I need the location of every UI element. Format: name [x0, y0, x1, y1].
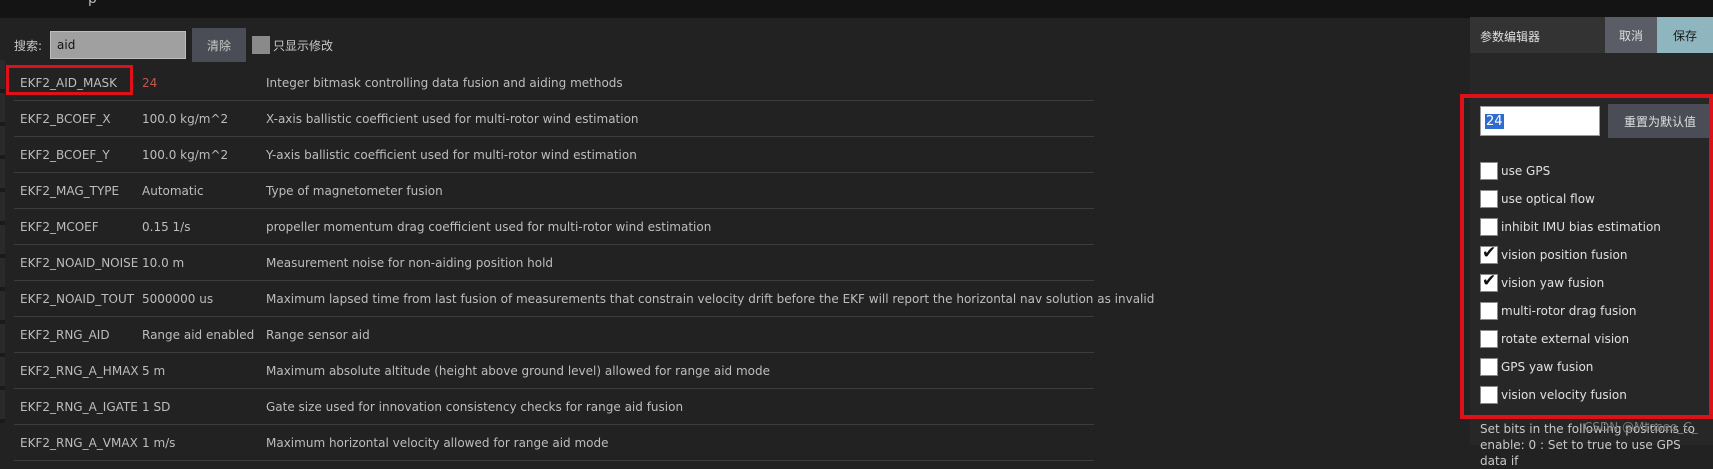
param-row[interactable]: EKF2_MAG_TYPE Automatic Type of magnetomet… — [14, 173, 1094, 209]
param-description: Maximum lapsed time from last fusion of … — [266, 292, 1155, 306]
cancel-button[interactable]: 取消 — [1605, 17, 1657, 53]
param-name: EKF2_MCOEF — [20, 220, 99, 234]
editor-header: 参数编辑器 取消 保存 — [1470, 17, 1713, 53]
param-row[interactable]: EKF2_BCOEF_Y 100.0 kg/m^2 Y-axis ballistic… — [14, 137, 1094, 173]
param-description: Type of magnetometer fusion — [266, 184, 443, 198]
param-description: Maximum horizontal velocity allowed for … — [266, 436, 609, 450]
param-value: 10.0 m — [142, 256, 185, 270]
search-label: 搜索: — [14, 38, 43, 53]
param-row[interactable]: EKF2_AID_MASK 24 Integer bitmask controlli… — [14, 65, 1094, 101]
param-value: 100.0 kg/m^2 — [142, 148, 229, 162]
param-description: Maximum absolute altitude (height above … — [266, 364, 771, 378]
param-description: Y-axis ballistic coefficient used for mu… — [266, 148, 637, 162]
param-description: Gate size used for innovation consistenc… — [266, 400, 684, 414]
parameter-table: EKF2_AID_MASK 24 Integer bitmask controlli… — [14, 65, 1154, 461]
param-value: 0.15 1/s — [142, 220, 191, 234]
param-value: 24 — [142, 76, 158, 90]
editor-title: 参数编辑器 — [1480, 30, 1541, 44]
param-row[interactable]: EKF2_NOAID_NOISE 10.0 m Measurement noise … — [14, 245, 1094, 281]
param-value: 1 SD — [142, 400, 171, 414]
param-value: 100.0 kg/m^2 — [142, 112, 229, 126]
param-name: EKF2_NOAID_TOUT — [20, 292, 135, 306]
param-description: Measurement noise for non-aiding positio… — [266, 256, 554, 270]
param-row[interactable]: EKF2_NOAID_TOUT 5000000 us Maximum lapsed … — [14, 281, 1154, 317]
watermark: CSDN @Mtoseo_C_ — [1584, 420, 1698, 434]
param-description: propeller momentum drag coefficient used… — [266, 220, 712, 234]
only-modified-label: 只显示修改 — [273, 38, 334, 53]
param-description: X-axis ballistic coefficient used for mu… — [266, 112, 639, 126]
param-value: 1 m/s — [142, 436, 176, 450]
param-description: Range sensor aid — [266, 328, 370, 342]
editor-highlight-box — [1460, 94, 1713, 419]
param-row[interactable]: EKF2_RNG_A_IGATE 1 SD Gate size used for i… — [14, 389, 1094, 425]
param-name: EKF2_MAG_TYPE — [20, 184, 120, 198]
param-value: Automatic — [142, 184, 204, 198]
param-name: EKF2_RNG_A_VMAX — [20, 436, 138, 450]
clear-button[interactable]: 清除 — [192, 28, 247, 62]
param-row[interactable]: EKF2_BCOEF_X 100.0 kg/m^2 X-axis ballistic… — [14, 101, 1094, 137]
search-input[interactable] — [50, 31, 187, 59]
save-button[interactable]: 保存 — [1657, 17, 1713, 53]
param-name: EKF2_RNG_AID — [20, 328, 110, 342]
left-edge-strip — [0, 60, 5, 445]
param-value: 5000000 us — [142, 292, 214, 306]
param-row[interactable]: EKF2_MCOEF 0.15 1/s propeller momentum dra… — [14, 209, 1094, 245]
selected-param-highlight — [6, 65, 133, 95]
param-name: EKF2_BCOEF_X — [20, 112, 111, 126]
param-row[interactable]: EKF2_RNG_A_VMAX 1 m/s Maximum horizontal v… — [14, 425, 1094, 461]
param-value: Range aid enabled — [142, 328, 255, 342]
param-name: EKF2_RNG_A_HMAX — [20, 364, 139, 378]
param-row[interactable]: EKF2_RNG_AID Range aid enabled Range senso… — [14, 317, 1094, 353]
param-description: Integer bitmask controlling data fusion … — [266, 76, 623, 90]
window-top-bar: p — [0, 0, 1713, 18]
param-row[interactable]: EKF2_RNG_A_HMAX 5 m Maximum absolute altit… — [14, 353, 1094, 389]
param-name: EKF2_NOAID_NOISE — [20, 256, 139, 270]
param-name: EKF2_RNG_A_IGATE — [20, 400, 138, 414]
search-bar: 搜索: 清除 只显示修改 — [14, 27, 333, 63]
param-name: EKF2_BCOEF_Y — [20, 148, 110, 162]
param-value: 5 m — [142, 364, 166, 378]
only-modified-checkbox[interactable] — [252, 36, 271, 54]
